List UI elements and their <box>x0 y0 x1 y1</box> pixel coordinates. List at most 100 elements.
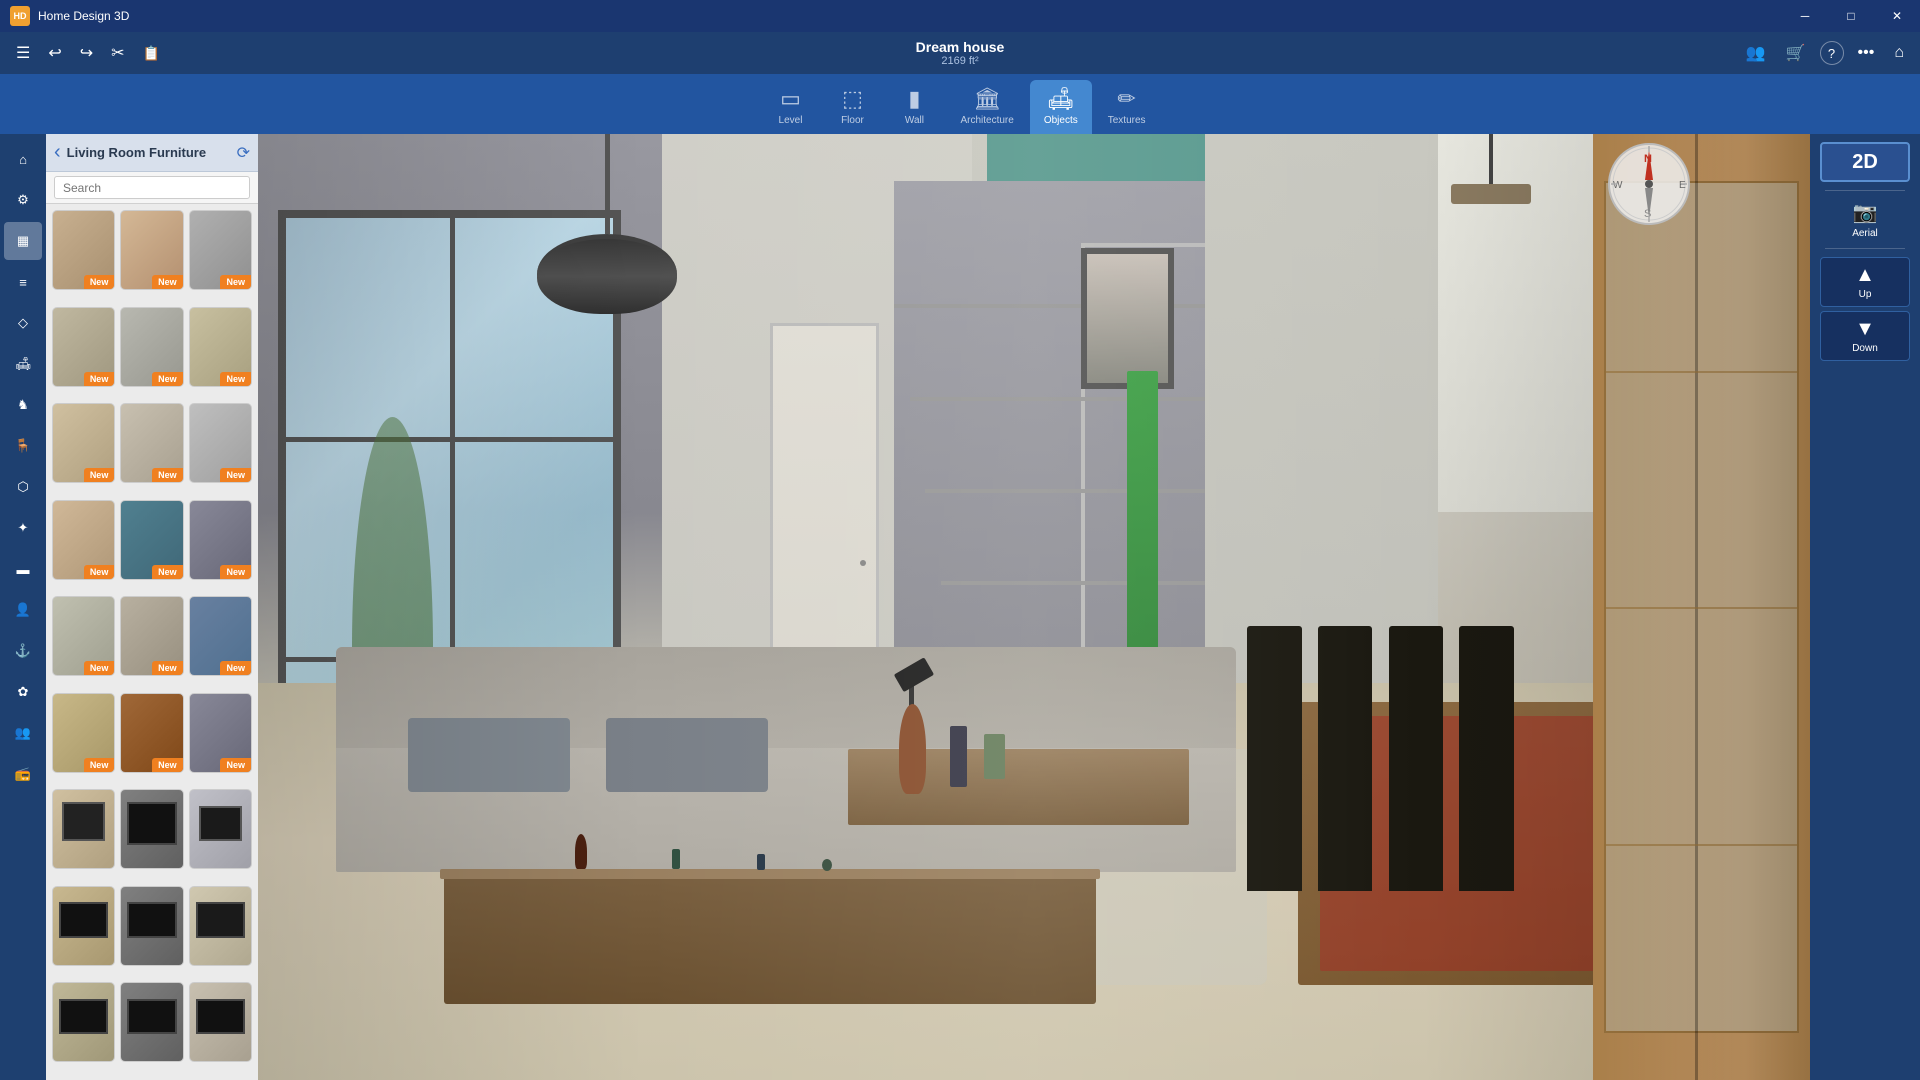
new-badge: New <box>220 275 251 289</box>
svg-text:E: E <box>1679 180 1686 191</box>
furniture-item[interactable]: New <box>52 403 115 483</box>
panel-search-button[interactable]: ⟳ <box>237 143 250 163</box>
aerial-icon: 📷 <box>1853 200 1878 225</box>
panel-back-button[interactable]: ‹ <box>54 141 61 164</box>
new-badge: New <box>152 275 183 289</box>
furniture-item[interactable]: New <box>120 403 183 483</box>
btn-aerial[interactable]: 📷 Aerial <box>1820 199 1910 240</box>
sofa-pillow-2 <box>606 718 768 792</box>
project-name: Dream house <box>916 39 1005 55</box>
tab-wall-label: Wall <box>905 115 924 126</box>
furniture-item[interactable]: New <box>189 210 252 290</box>
help-button[interactable]: ? <box>1820 41 1844 65</box>
svg-text:N: N <box>1644 153 1652 165</box>
furniture-item[interactable]: New <box>52 307 115 387</box>
main-viewport[interactable]: E W N S <box>258 134 1810 1080</box>
more-button[interactable]: ••• <box>1852 40 1881 66</box>
paste-button[interactable]: 📋 <box>137 41 166 66</box>
coffee-table <box>444 872 1096 1004</box>
wall-artwork <box>1081 248 1174 390</box>
app-icon: HD <box>10 6 30 26</box>
up-label: Up <box>1859 289 1872 300</box>
btn-down[interactable]: ▼ Down <box>1820 311 1910 361</box>
search-input[interactable] <box>54 176 250 199</box>
vi-radio[interactable]: 📻 <box>4 755 42 793</box>
vi-furniture[interactable]: ▦ <box>4 222 42 260</box>
vi-shapes[interactable]: ◇ <box>4 304 42 342</box>
vi-home[interactable]: ⌂ <box>4 140 42 178</box>
tab-architecture[interactable]: 🏛 Architecture <box>946 80 1027 134</box>
vi-layers[interactable]: ≡ <box>4 263 42 301</box>
tab-objects-label: Objects <box>1044 115 1078 126</box>
furniture-item[interactable] <box>52 886 115 966</box>
vi-frame[interactable]: ⬡ <box>4 468 42 506</box>
tab-objects[interactable]: 🛋 Objects <box>1030 80 1092 134</box>
tab-level[interactable]: ▭ Level <box>760 80 820 134</box>
vi-bars[interactable]: ▬ <box>4 550 42 588</box>
btn-2d[interactable]: 2D <box>1820 142 1910 182</box>
vi-couch[interactable]: 🛋 <box>4 345 42 383</box>
furniture-item[interactable] <box>120 982 183 1062</box>
vi-anchor[interactable]: ⚓ <box>4 632 42 670</box>
furniture-item[interactable] <box>189 886 252 966</box>
furniture-item[interactable]: New <box>120 210 183 290</box>
furniture-item[interactable]: New <box>120 500 183 580</box>
furniture-item[interactable]: New <box>189 307 252 387</box>
furniture-item[interactable]: New <box>189 693 252 773</box>
furniture-item[interactable]: New <box>52 210 115 290</box>
down-label: Down <box>1852 343 1878 354</box>
furniture-item[interactable] <box>189 789 252 869</box>
close-button[interactable]: ✕ <box>1874 0 1920 32</box>
redo-button[interactable]: ↪ <box>74 39 99 67</box>
tab-floor-label: Floor <box>841 115 864 126</box>
new-badge: New <box>84 661 115 675</box>
new-badge: New <box>84 468 115 482</box>
textures-icon: ✏ <box>1117 86 1135 112</box>
cut-button[interactable]: ✂ <box>105 39 130 67</box>
furniture-item[interactable]: New <box>120 693 183 773</box>
vi-person[interactable]: 👤 <box>4 591 42 629</box>
vi-group[interactable]: 👥 <box>4 714 42 752</box>
furniture-item[interactable]: New <box>189 500 252 580</box>
fullscreen-button[interactable]: ⌂ <box>1888 40 1910 66</box>
minimize-button[interactable]: ─ <box>1782 0 1828 32</box>
furniture-item[interactable]: New <box>52 596 115 676</box>
furniture-item[interactable] <box>120 886 183 966</box>
btn-up[interactable]: ▲ Up <box>1820 257 1910 307</box>
tab-level-label: Level <box>779 115 803 126</box>
vi-flower[interactable]: ✿ <box>4 673 42 711</box>
maximize-button[interactable]: □ <box>1828 0 1874 32</box>
furniture-item[interactable]: New <box>52 500 115 580</box>
furniture-item[interactable]: New <box>120 596 183 676</box>
furniture-item[interactable] <box>120 789 183 869</box>
users-button[interactable]: 👥 <box>1740 39 1772 67</box>
new-badge: New <box>220 565 251 579</box>
furniture-item[interactable] <box>52 982 115 1062</box>
vi-decor[interactable]: ♞ <box>4 386 42 424</box>
furniture-item[interactable]: New <box>52 693 115 773</box>
up-arrow-icon: ▲ <box>1855 264 1875 287</box>
project-size: 2169 ft² <box>916 55 1005 67</box>
menu-button[interactable]: ☰ <box>10 39 36 67</box>
furniture-item[interactable]: New <box>189 403 252 483</box>
separator-2 <box>1825 248 1905 249</box>
furniture-item[interactable] <box>52 789 115 869</box>
tab-floor[interactable]: ⬚ Floor <box>822 80 882 134</box>
vi-star[interactable]: ✦ <box>4 509 42 547</box>
furniture-item[interactable] <box>189 982 252 1062</box>
vi-tools[interactable]: ⚙ <box>4 181 42 219</box>
level-icon: ▭ <box>780 86 801 112</box>
vi-chair[interactable]: 🪑 <box>4 427 42 465</box>
furniture-item[interactable]: New <box>120 307 183 387</box>
cart-button[interactable]: 🛒 <box>1780 39 1812 67</box>
tab-wall[interactable]: ▮ Wall <box>884 80 944 134</box>
tab-textures[interactable]: ✏ Textures <box>1094 80 1160 134</box>
new-badge: New <box>84 275 115 289</box>
new-badge: New <box>152 758 183 772</box>
undo-button[interactable]: ↩ <box>42 39 67 67</box>
new-badge: New <box>84 565 115 579</box>
new-badge: New <box>152 468 183 482</box>
architecture-icon: 🏛 <box>973 86 1001 112</box>
aerial-label: Aerial <box>1852 228 1878 239</box>
furniture-item[interactable]: New <box>189 596 252 676</box>
